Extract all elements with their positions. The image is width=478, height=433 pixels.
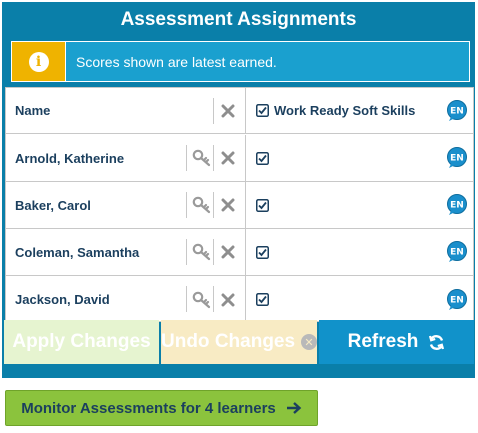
learner-name-cell: Jackson, David <box>6 276 246 323</box>
grid-header-row: Name Work Ready Soft Skills EN <box>6 88 473 134</box>
assessment-checkbox[interactable] <box>256 198 269 212</box>
language-en-icon[interactable]: EN <box>445 288 469 311</box>
info-text: Scores shown are latest earned. <box>76 53 277 70</box>
key-icon[interactable] <box>192 243 212 261</box>
column-divider <box>213 192 214 218</box>
language-en-icon[interactable]: EN <box>445 99 469 122</box>
info-icon: i <box>28 51 49 72</box>
column-divider <box>186 286 187 312</box>
assessment-column-header: Work Ready Soft Skills EN <box>246 88 475 133</box>
learner-name-cell: Baker, Carol <box>6 182 246 228</box>
svg-text:EN: EN <box>450 154 464 164</box>
learner-name-cell: Arnold, Katherine <box>6 135 246 181</box>
column-divider <box>213 145 214 171</box>
svg-text:EN: EN <box>450 248 464 258</box>
column-divider <box>186 145 187 171</box>
learner-name: Baker, Carol <box>15 197 91 213</box>
learner-row: Jackson, David EN <box>6 276 473 323</box>
key-icon[interactable] <box>192 291 212 309</box>
refresh-label: Refresh <box>347 331 419 352</box>
monitor-assessments-button[interactable]: Monitor Assessments for 4 learners <box>5 390 318 426</box>
learner-row: Baker, Carol EN <box>6 182 473 229</box>
info-icon-box: i <box>12 42 66 81</box>
column-divider <box>213 286 214 312</box>
learner-name: Coleman, Samantha <box>15 244 140 260</box>
apply-changes-button[interactable]: Apply Changes <box>4 320 159 364</box>
name-column-header: Name <box>6 88 246 133</box>
assessment-cell: EN <box>246 182 475 228</box>
remove-all-icon[interactable] <box>221 104 235 118</box>
language-en-icon[interactable]: EN <box>445 147 469 169</box>
learner-row: Coleman, Samantha EN <box>6 229 473 276</box>
column-divider <box>213 239 214 265</box>
remove-learner-icon[interactable] <box>221 151 235 165</box>
monitor-assessments-label: Monitor Assessments for 4 learners <box>21 399 276 417</box>
info-banner: i Scores shown are latest earned. <box>11 41 470 82</box>
learner-row: Arnold, Katherine EN <box>6 135 473 182</box>
assessment-header-checkbox[interactable] <box>256 104 269 117</box>
undo-changes-button[interactable]: Undo Changes ✕ <box>161 320 317 364</box>
column-divider <box>186 239 187 265</box>
learner-name: Jackson, David <box>15 292 110 307</box>
name-header-label: Name <box>15 103 51 118</box>
refresh-button[interactable]: Refresh <box>319 320 474 364</box>
key-icon[interactable] <box>192 149 212 167</box>
assessment-cell: EN <box>246 276 475 323</box>
remove-learner-icon[interactable] <box>221 245 235 259</box>
assessment-cell: EN <box>246 229 475 275</box>
assessment-checkbox[interactable] <box>256 245 269 259</box>
svg-text:EN: EN <box>450 295 464 305</box>
key-icon[interactable] <box>192 196 212 214</box>
assignment-grid: Name Work Ready Soft Skills EN Arnold, K… <box>5 87 474 323</box>
arrow-right-icon <box>286 402 302 414</box>
svg-text:EN: EN <box>450 201 464 211</box>
svg-text:EN: EN <box>450 106 464 116</box>
assessment-header-label: Work Ready Soft Skills <box>274 103 416 118</box>
remove-learner-icon[interactable] <box>221 198 235 212</box>
refresh-icon <box>429 334 445 350</box>
undo-changes-label: Undo Changes <box>161 331 296 352</box>
assessment-checkbox[interactable] <box>256 151 269 165</box>
learner-name-cell: Coleman, Samantha <box>6 229 246 275</box>
panel-title: Assessment Assignments <box>120 9 357 30</box>
remove-learner-icon[interactable] <box>221 293 235 307</box>
action-button-bar: Apply Changes Undo Changes ✕ Refresh <box>4 320 474 364</box>
column-divider <box>186 192 187 218</box>
column-divider <box>213 98 214 124</box>
learner-name: Arnold, Katherine <box>15 150 125 166</box>
language-en-icon[interactable]: EN <box>445 194 469 216</box>
undo-close-icon: ✕ <box>301 334 317 350</box>
language-en-icon[interactable]: EN <box>445 241 469 263</box>
assessment-checkbox[interactable] <box>256 293 269 306</box>
assessment-cell: EN <box>246 135 475 181</box>
